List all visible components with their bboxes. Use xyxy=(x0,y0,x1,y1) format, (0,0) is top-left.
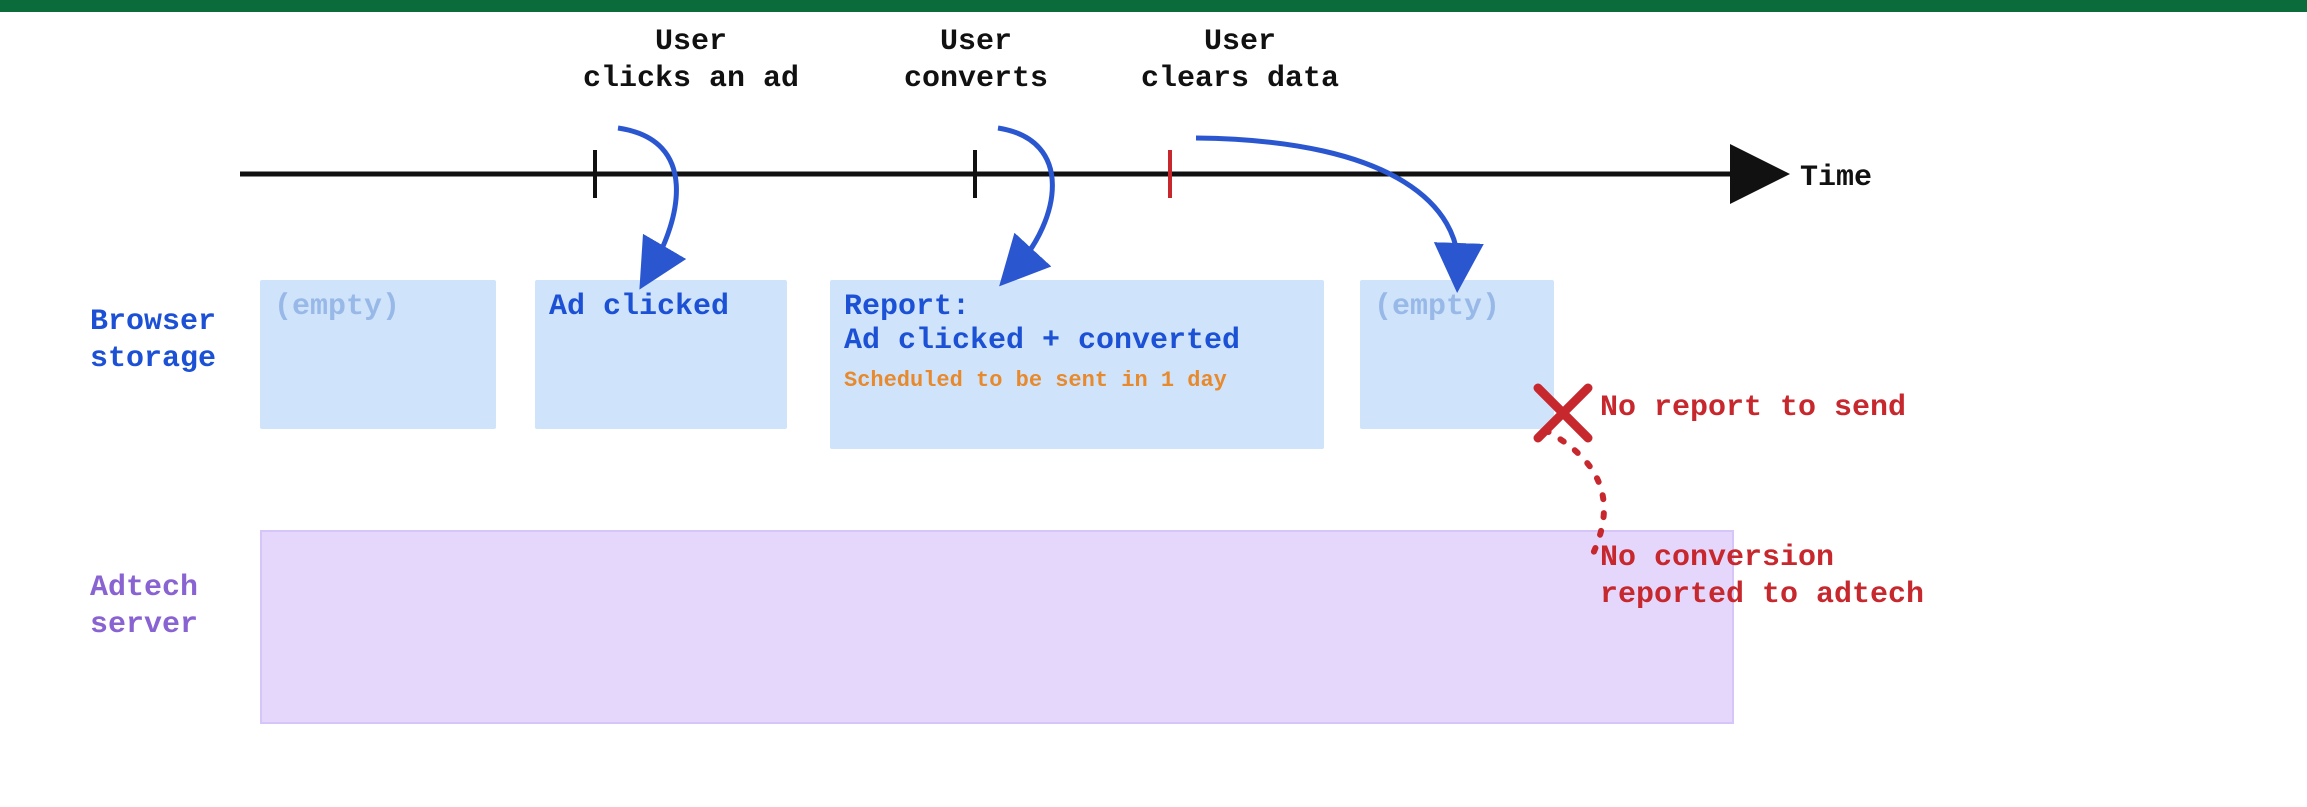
event-user-clicks: User clicks an ad xyxy=(536,24,846,97)
storage-report-title: Report: xyxy=(844,290,1310,324)
storage-ad-clicked: Ad clicked xyxy=(535,280,787,429)
storage-empty-initial: (empty) xyxy=(260,280,496,429)
row-label-browser-storage: Browser storage xyxy=(90,304,216,377)
axis-label-time: Time xyxy=(1800,160,1872,197)
row-label-adtech-server: Adtech server xyxy=(90,570,198,643)
event-user-converts: User converts xyxy=(856,24,1096,97)
arrow-click-to-storage xyxy=(618,128,676,268)
event-user-clears-data: User clears data xyxy=(1090,24,1390,97)
arrow-convert-to-storage xyxy=(998,128,1052,268)
storage-report: Report: Ad clicked + converted Scheduled… xyxy=(830,280,1324,449)
storage-ad-clicked-label: Ad clicked xyxy=(549,290,729,324)
storage-report-body: Ad clicked + converted xyxy=(844,324,1310,358)
storage-report-sub: Scheduled to be sent in 1 day xyxy=(844,368,1310,393)
adtech-server-box xyxy=(260,530,1734,724)
error-no-conversion: No conversion reported to adtech xyxy=(1600,540,1924,613)
storage-empty-after-clear: (empty) xyxy=(1360,280,1554,429)
arrow-clear-to-storage xyxy=(1196,138,1458,268)
storage-empty2-label: (empty) xyxy=(1374,290,1500,324)
error-no-report: No report to send xyxy=(1600,390,1906,427)
storage-empty-label: (empty) xyxy=(274,290,400,324)
